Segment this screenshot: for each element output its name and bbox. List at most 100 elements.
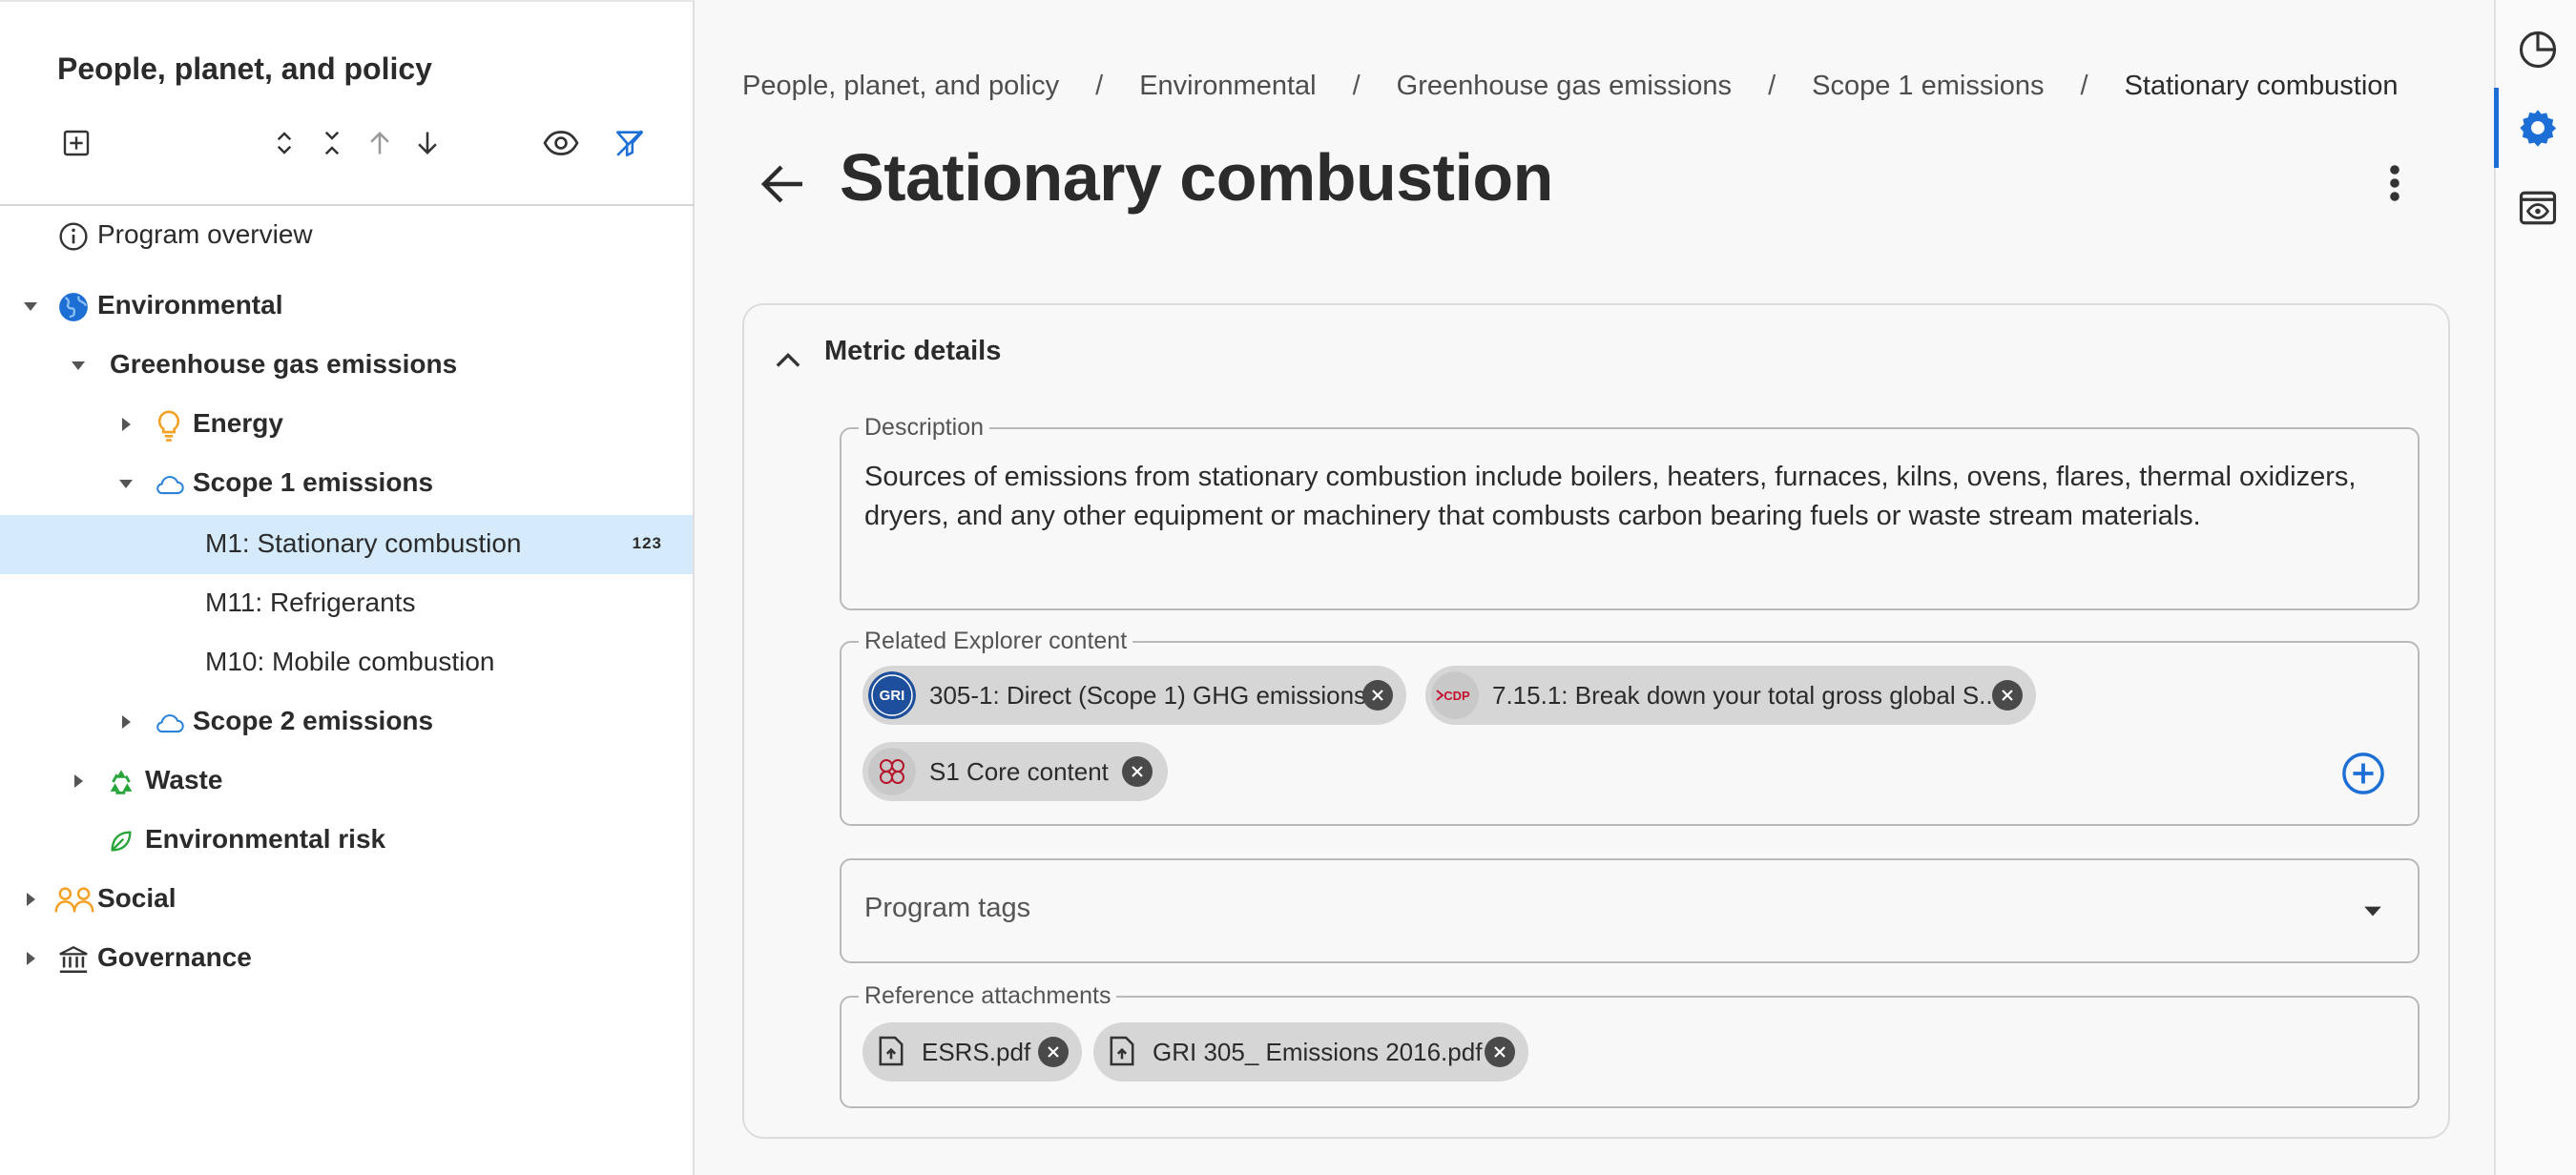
tree-item-scope-1-emissions[interactable]: Scope 1 emissions [0, 454, 693, 513]
breadcrumb-separator: / [1768, 71, 1776, 101]
preview-icon[interactable] [2515, 185, 2561, 231]
right-rail [2494, 0, 2576, 1175]
tree-item-scope-2-emissions[interactable]: Scope 2 emissions [0, 692, 693, 752]
caret-down-icon[interactable] [69, 356, 88, 375]
add-related-content-icon[interactable] [2341, 752, 2385, 795]
breadcrumb-separator: / [1095, 71, 1104, 101]
file-upload-icon [879, 1036, 904, 1066]
breadcrumb-link-ghg[interactable]: Greenhouse gas emissions [1397, 71, 1732, 102]
cloud-icon [153, 707, 185, 739]
attachment-chip[interactable]: ESRS.pdf [862, 1022, 1082, 1082]
related-chip-esrs[interactable]: S1 Core content [862, 742, 1168, 801]
pie-chart-icon[interactable] [2515, 27, 2561, 72]
chip-label: S1 Core content [929, 757, 1109, 786]
breadcrumb-current: Stationary combustion [2124, 71, 2399, 101]
collapse-all-icon[interactable] [313, 124, 351, 162]
numeric-metric-badge: 123 [632, 534, 662, 552]
tree-item-label: Environmental risk [145, 824, 386, 854]
tree-item-greenhouse-gas-emissions[interactable]: Greenhouse gas emissions [0, 336, 693, 395]
tree-item-label: M11: Refrigerants [205, 588, 416, 617]
rail-active-indicator [2494, 88, 2499, 168]
gri-logo-icon: GRI [868, 671, 916, 719]
remove-attachment-icon[interactable] [1485, 1037, 1515, 1067]
caret-right-icon[interactable] [21, 949, 40, 968]
breadcrumb-separator: / [1352, 71, 1361, 101]
info-icon [57, 220, 90, 253]
back-arrow-icon[interactable] [754, 155, 813, 214]
tree-item-environmental[interactable]: Environmental [0, 277, 693, 336]
caret-down-icon[interactable] [21, 297, 40, 316]
caret-right-icon[interactable] [69, 772, 88, 791]
caret-right-icon[interactable] [116, 712, 135, 732]
tree-item-program-overview[interactable]: Program overview [0, 206, 693, 265]
breadcrumb-link-scope-1[interactable]: Scope 1 emissions [1812, 71, 2044, 102]
globe-icon [57, 291, 90, 323]
arrow-up-icon[interactable] [361, 124, 399, 162]
svg-text:GRI: GRI [880, 688, 905, 704]
caret-down-icon[interactable] [116, 474, 135, 493]
lightbulb-icon [153, 409, 185, 442]
tree-item-label: Social [97, 883, 177, 913]
gear-icon[interactable] [2515, 105, 2561, 151]
tree-item-label: Governance [97, 942, 252, 972]
related-content-label: Related Explorer content [859, 628, 1133, 654]
tree-item-label: Waste [145, 765, 223, 794]
dropdown-caret-icon[interactable] [2362, 904, 2383, 917]
expand-all-icon[interactable] [265, 124, 303, 162]
remove-chip-icon[interactable] [1992, 680, 2023, 711]
tree-item-waste[interactable]: Waste [0, 752, 693, 811]
description-field[interactable]: Description Sources of emissions from st… [840, 414, 2420, 610]
cloud-icon [153, 468, 185, 501]
tree-item-label: Scope 2 emissions [193, 706, 434, 735]
attachment-name: ESRS.pdf [922, 1038, 1031, 1066]
people-icon [53, 884, 95, 917]
caret-right-icon[interactable] [21, 890, 40, 909]
related-explorer-content-field: Related Explorer content GRI 305-1: Dire… [840, 628, 2420, 826]
tree-item-label: M10: Mobile combustion [205, 647, 495, 676]
tree-item-environmental-risk[interactable]: Environmental risk [0, 811, 693, 870]
tree-item-label: Environmental [97, 290, 283, 320]
breadcrumb-link-program[interactable]: People, planet, and policy [742, 71, 1059, 102]
description-text[interactable]: Sources of emissions from stationary com… [864, 458, 2391, 536]
related-chip-gri[interactable]: GRI 305-1: Direct (Scope 1) GHG emission… [862, 666, 1406, 725]
more-options-icon[interactable] [2374, 156, 2416, 210]
filter-off-icon[interactable] [611, 124, 649, 162]
svg-text:CDP: CDP [1444, 689, 1470, 703]
attachment-chip[interactable]: GRI 305_ Emissions 2016.pdf [1093, 1022, 1528, 1082]
reference-attachments-label: Reference attachments [859, 982, 1117, 1009]
reference-attachments-field: Reference attachments ESRS.pdf GRI 305_ … [840, 982, 2420, 1108]
metric-details-card: Metric details Description Sources of em… [742, 303, 2450, 1139]
tree-item-label: M1: Stationary combustion [205, 528, 522, 558]
tree-item-m1-stationary-combustion[interactable]: M1: Stationary combustion 123 [0, 515, 693, 574]
program-title: People, planet, and policy [57, 52, 432, 86]
cdp-logo-icon: CDP [1431, 671, 1479, 719]
tree-item-label: Energy [193, 408, 283, 438]
esrs-logo-icon [868, 748, 916, 795]
file-upload-icon [1110, 1036, 1134, 1066]
eye-icon[interactable] [542, 124, 580, 162]
tree-item-label: Scope 1 emissions [193, 467, 434, 497]
chip-label: 7.15.1: Break down your total gross glob… [1492, 681, 2000, 710]
tree-item-m11-refrigerants[interactable]: M11: Refrigerants [0, 574, 693, 633]
program-tree-panel: People, planet, and policy Program overv… [0, 0, 695, 1175]
tree-item-governance[interactable]: Governance [0, 929, 693, 988]
recycle-icon [105, 766, 137, 798]
remove-chip-icon[interactable] [1362, 680, 1393, 711]
attachment-name: GRI 305_ Emissions 2016.pdf [1153, 1038, 1483, 1066]
tree-item-m10-mobile-combustion[interactable]: M10: Mobile combustion [0, 633, 693, 692]
remove-chip-icon[interactable] [1122, 756, 1153, 787]
arrow-down-icon[interactable] [408, 124, 447, 162]
program-tags-select[interactable]: Program tags [840, 858, 2420, 963]
breadcrumb-link-environmental[interactable]: Environmental [1139, 71, 1316, 102]
chevron-up-icon[interactable] [769, 343, 807, 378]
add-box-icon[interactable] [57, 124, 95, 162]
metric-details-title: Metric details [824, 336, 1002, 366]
tree-item-energy[interactable]: Energy [0, 395, 693, 454]
tree-item-social[interactable]: Social [0, 870, 693, 929]
breadcrumb-separator: / [2080, 71, 2088, 101]
remove-attachment-icon[interactable] [1038, 1037, 1069, 1067]
tree-item-label: Program overview [97, 219, 313, 249]
caret-right-icon[interactable] [116, 415, 135, 434]
description-label: Description [859, 414, 990, 441]
related-chip-cdp[interactable]: CDP 7.15.1: Break down your total gross … [1425, 666, 2036, 725]
